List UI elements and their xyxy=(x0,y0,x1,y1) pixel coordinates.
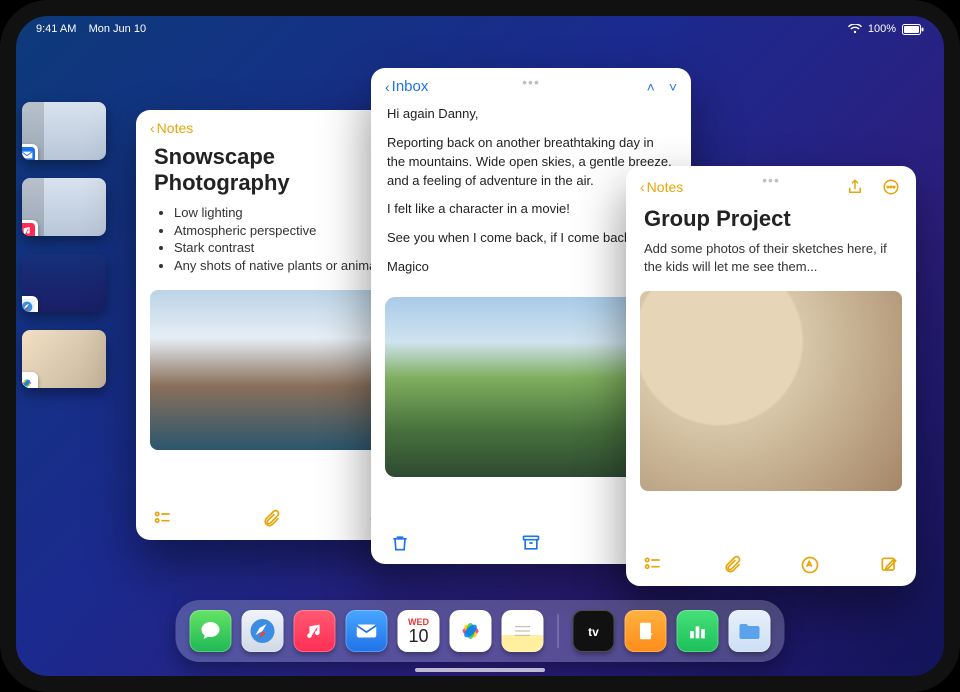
notes-toolbar xyxy=(626,544,916,586)
dock-app-messages[interactable] xyxy=(190,610,232,652)
dock-app-mail[interactable] xyxy=(346,610,388,652)
note-body: Low lighting Atmospheric perspective Sta… xyxy=(136,204,406,282)
dock-app-pages[interactable] xyxy=(625,610,667,652)
notes-window-snowscape[interactable]: ••• ‹ Notes Snowscape Photography Low li… xyxy=(136,110,406,540)
markup-icon[interactable] xyxy=(799,554,821,576)
attachment-icon[interactable] xyxy=(721,554,743,576)
dock-app-files[interactable] xyxy=(729,610,771,652)
trash-icon[interactable] xyxy=(389,532,411,554)
mail-back-label: Inbox xyxy=(392,78,429,95)
chevron-left-icon: ‹ xyxy=(640,179,645,195)
list-item: Any shots of native plants or animals xyxy=(174,257,388,275)
battery-icon xyxy=(902,24,924,35)
chevron-left-icon: ‹ xyxy=(150,120,155,136)
notes-back-button[interactable]: ‹ Notes xyxy=(640,179,683,195)
dock-separator xyxy=(558,614,559,648)
svg-text:tv: tv xyxy=(588,625,599,639)
list-item: Stark contrast xyxy=(174,239,388,257)
dock-app-tv[interactable]: tv xyxy=(573,610,615,652)
safari-icon xyxy=(22,296,38,312)
notes-header: ‹ Notes xyxy=(136,110,406,140)
notes-toolbar xyxy=(136,498,406,540)
checklist-icon[interactable] xyxy=(642,554,664,576)
compose-icon[interactable] xyxy=(878,554,900,576)
note-image-landscape xyxy=(150,290,392,450)
calendar-day: 10 xyxy=(408,627,428,645)
stage-tile-photos[interactable] xyxy=(22,330,106,388)
battery-percent: 100% xyxy=(868,23,896,35)
notes-window-group-project[interactable]: ••• ‹ Notes Group Project Add some photo… xyxy=(626,166,916,586)
dock-app-safari[interactable] xyxy=(242,610,284,652)
note-body: Add some photos of their sketches here, … xyxy=(626,240,916,283)
dock-app-notes[interactable] xyxy=(502,610,544,652)
chevron-down-icon[interactable]: ˅ xyxy=(669,79,677,95)
stage-manager-strip xyxy=(22,102,112,388)
archive-icon[interactable] xyxy=(520,532,542,554)
list-item: Atmospheric perspective xyxy=(174,222,388,240)
note-image-people xyxy=(640,291,902,491)
status-time: 9:41 AM xyxy=(36,23,76,35)
window-handle-icon[interactable]: ••• xyxy=(522,74,540,90)
attachment-icon[interactable] xyxy=(260,508,282,530)
dock: WED 10 tv xyxy=(176,600,785,662)
home-indicator[interactable] xyxy=(415,668,545,672)
mail-back-button[interactable]: ‹ Inbox xyxy=(385,78,428,95)
wifi-icon xyxy=(848,24,862,34)
dock-app-music[interactable] xyxy=(294,610,336,652)
list-item: Low lighting xyxy=(174,204,388,222)
note-title: Snowscape Photography xyxy=(136,140,406,204)
mail-nav: ˄ ˅ xyxy=(647,79,677,95)
photos-icon xyxy=(22,372,38,388)
notes-back-button[interactable]: ‹ Notes xyxy=(150,120,193,136)
mail-icon xyxy=(22,144,38,160)
mail-greeting: Hi again Danny, xyxy=(387,105,675,124)
note-title: Group Project xyxy=(626,202,916,240)
music-icon xyxy=(22,220,38,236)
ipad-frame: 9:41 AM Mon Jun 10 100% xyxy=(0,0,960,692)
dock-app-calendar[interactable]: WED 10 xyxy=(398,610,440,652)
notes-actions xyxy=(844,176,902,198)
share-icon[interactable] xyxy=(844,176,866,198)
more-icon[interactable] xyxy=(880,176,902,198)
stage-tile-safari[interactable] xyxy=(22,254,106,312)
status-date: Mon Jun 10 xyxy=(89,23,146,35)
dock-app-numbers[interactable] xyxy=(677,610,719,652)
notes-back-label: Notes xyxy=(647,179,684,195)
checklist-icon[interactable] xyxy=(152,508,174,530)
chevron-left-icon: ‹ xyxy=(385,79,390,95)
window-handle-icon[interactable]: ••• xyxy=(762,172,780,188)
status-left: 9:41 AM Mon Jun 10 xyxy=(36,23,146,35)
notes-back-label: Notes xyxy=(157,120,194,136)
stage-tile-music[interactable] xyxy=(22,178,106,236)
chevron-up-icon[interactable]: ˄ xyxy=(647,79,655,95)
status-bar: 9:41 AM Mon Jun 10 100% xyxy=(16,20,944,38)
stage-tile-mail[interactable] xyxy=(22,102,106,160)
status-right: 100% xyxy=(848,23,924,35)
dock-app-photos[interactable] xyxy=(450,610,492,652)
